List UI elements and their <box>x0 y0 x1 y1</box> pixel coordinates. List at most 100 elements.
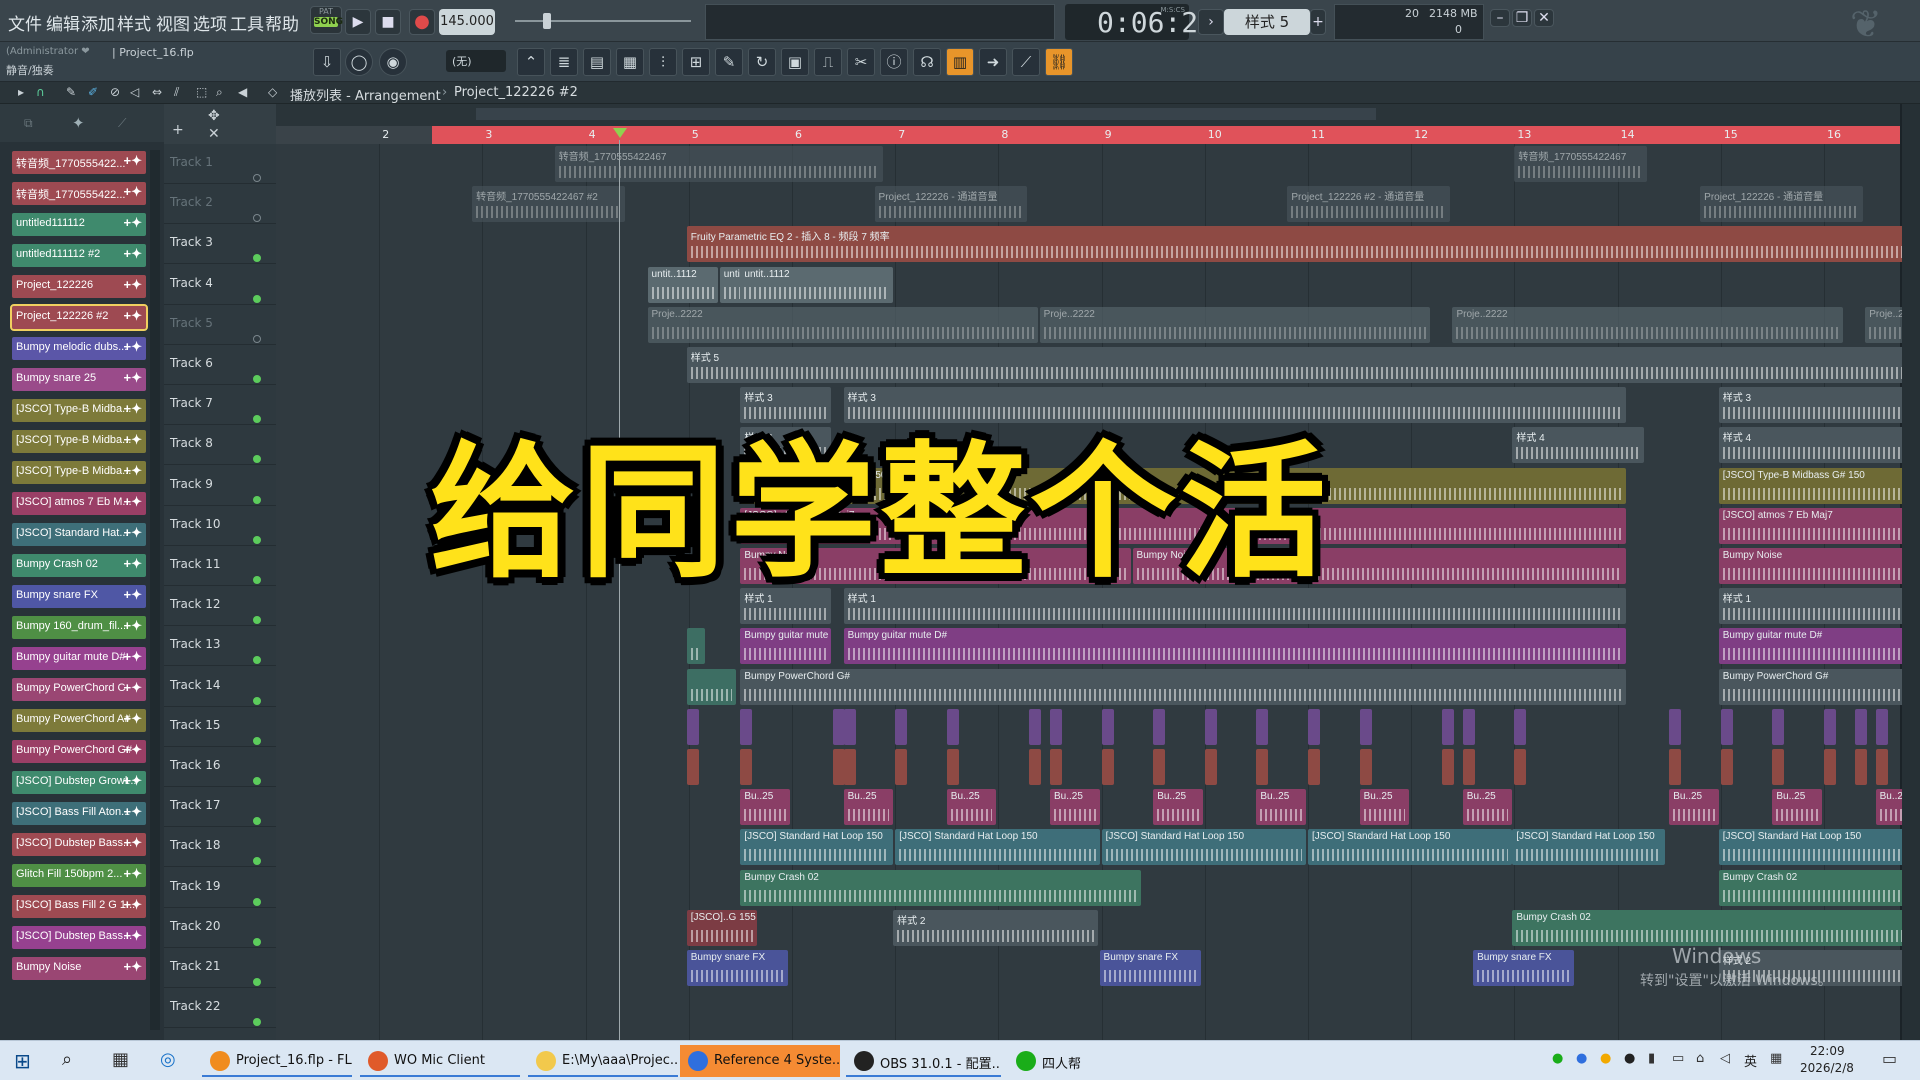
playlist-clip[interactable]: Bu..25 <box>946 789 997 826</box>
track-header[interactable]: Track 22 <box>164 988 276 1029</box>
playlist-clip[interactable] <box>1669 749 1682 785</box>
disk-icon[interactable]: ▣ <box>781 48 809 76</box>
playlist-clip[interactable] <box>686 749 699 785</box>
pattern-add-icon[interactable]: +✦ <box>124 928 142 944</box>
menu-patterns[interactable]: 样式 <box>117 10 151 35</box>
pattern-add-icon[interactable]: +✦ <box>124 866 142 882</box>
track-mute-led[interactable] <box>253 214 261 223</box>
menu-edit[interactable]: 编辑 <box>46 10 80 35</box>
playlist-clip[interactable]: [JSCO] Type-B Midbass G# 150 <box>1718 467 1920 504</box>
pattern-add-icon[interactable]: +✦ <box>124 401 142 417</box>
menu-help[interactable]: 帮助 <box>265 10 299 35</box>
track-header[interactable]: Track 5 <box>164 305 276 345</box>
pattern-add-icon[interactable]: +✦ <box>124 277 142 293</box>
breadcrumb-project[interactable]: Project_122226 #2 <box>454 85 578 100</box>
pattern-item[interactable]: [JSCO] Dubstep Growl... +✦ <box>12 771 146 794</box>
playlist-clip[interactable]: Proje..2222 <box>1452 306 1843 343</box>
playlist-clip[interactable] <box>1854 749 1867 785</box>
pattern-item[interactable]: Project_122226 +✦ <box>12 275 146 298</box>
playlist-clip[interactable] <box>1050 708 1062 745</box>
playlist-clip[interactable] <box>843 749 856 785</box>
track-header[interactable]: Track 15 <box>164 707 276 747</box>
pattern-add-icon[interactable]: +✦ <box>124 804 142 820</box>
pattern-item[interactable]: [JSCO] Dubstep Bass... +✦ <box>12 833 146 856</box>
playlist-clip[interactable] <box>1772 708 1785 745</box>
pattern-add-icon[interactable]: +✦ <box>124 246 142 262</box>
playlist-clip[interactable]: Bumpy snare FX <box>686 950 788 986</box>
delete-icon[interactable]: ✕ <box>208 126 220 142</box>
refresh-icon[interactable]: ↻ <box>748 48 776 76</box>
pattern-item[interactable]: Bumpy guitar mute D# +✦ <box>12 647 146 670</box>
pattern-item[interactable]: Bumpy 160_drum_fil... +✦ <box>12 616 146 639</box>
playlist-clip[interactable] <box>1359 708 1372 745</box>
close-button[interactable]: ✕ <box>1534 9 1554 27</box>
playlist-clip[interactable] <box>1050 749 1062 785</box>
track-mute-led[interactable] <box>253 495 261 504</box>
playlist-clip[interactable]: [JSCO] Standard Hat Loop 150 <box>1512 829 1666 866</box>
playlist-clip[interactable]: Bumpy guitar mute D# <box>1718 628 1920 665</box>
play-button[interactable]: ▶ <box>345 9 371 35</box>
playlist-clip[interactable]: Proje..2222 <box>647 306 1038 343</box>
metronome-icon[interactable]: ◯ <box>345 48 373 76</box>
playlist-clip[interactable] <box>686 708 699 745</box>
clock-time[interactable]: 22:09 <box>1810 1044 1845 1058</box>
taskbar-app[interactable]: Project_16.flp - FL... <box>202 1045 352 1077</box>
network-tray-icon[interactable]: ⌂ <box>1696 1051 1704 1066</box>
restore-button[interactable]: ❐ <box>1512 9 1532 27</box>
track-mute-led[interactable] <box>253 535 261 544</box>
playlist-clip[interactable]: Bumpy snare FX <box>1099 950 1201 986</box>
pattern-add-icon[interactable]: +✦ <box>124 339 142 355</box>
playlist-clip[interactable]: 样式 3 <box>1718 387 1920 424</box>
chrome-tray-icon[interactable]: ● <box>1600 1051 1611 1066</box>
playlist-clip[interactable]: Bu..25 <box>1359 789 1410 826</box>
track-header[interactable]: Track 18 <box>164 827 276 868</box>
playlist-clip[interactable] <box>1875 708 1888 745</box>
track-mute-led[interactable] <box>253 897 261 906</box>
track-mute-led[interactable] <box>253 254 261 263</box>
playlist-clip[interactable] <box>1204 749 1217 785</box>
pattern-item[interactable]: [JSCO] Bass Fill Aton... +✦ <box>12 802 146 825</box>
playlist-clip[interactable]: untit..1112 <box>647 266 718 303</box>
playlist-clip[interactable]: Proje..2222 <box>1039 306 1430 343</box>
track-header[interactable]: Track 19 <box>164 868 276 908</box>
playlist-clip[interactable] <box>895 708 908 745</box>
playlist-clip[interactable]: [JSCO] Standard Hat Loop 150 <box>895 829 1100 866</box>
pattern-add-icon[interactable]: +✦ <box>124 649 142 665</box>
playlist-clip[interactable] <box>1101 749 1114 785</box>
pattern-add-icon[interactable]: +✦ <box>124 153 142 169</box>
track-mute-led[interactable] <box>253 736 261 745</box>
plugin-picker-icon[interactable]: ⊞ <box>682 48 710 76</box>
pattern-item[interactable]: Bumpy PowerChord A# +✦ <box>12 709 146 732</box>
pat-song-toggle[interactable]: PAT SONG <box>310 6 343 34</box>
pattern-item[interactable]: Bumpy PowerChord G# +✦ <box>12 740 146 763</box>
add-pattern-button[interactable]: + <box>1310 9 1326 35</box>
slice-tool-icon[interactable]: ⫽ <box>174 85 179 100</box>
track-header[interactable]: Track 12 <box>164 586 276 627</box>
track-mute-led[interactable] <box>253 415 261 424</box>
usb-icon[interactable]: ⎍ <box>814 48 842 76</box>
master-pitch-slider[interactable] <box>515 20 691 22</box>
playlist-clip[interactable]: 转音频_1770555422467 <box>554 146 883 182</box>
loop-region[interactable] <box>432 126 1900 144</box>
menu-file[interactable]: 文件 <box>8 10 42 35</box>
playlist-clip[interactable]: [JSCO] atmos 7 Eb Maj7 <box>1718 507 1920 544</box>
playlist-clip[interactable]: Project_122226 - 通道音量 <box>1700 186 1864 223</box>
playlist-clip[interactable] <box>1514 708 1527 745</box>
arrow-right-icon[interactable]: ➜ <box>979 48 1007 76</box>
track-header[interactable]: Track 6 <box>164 345 276 385</box>
playlist-clip[interactable] <box>1153 708 1166 745</box>
edge-icon[interactable]: ◎ <box>160 1049 176 1070</box>
magnet-icon[interactable]: ∩ <box>36 85 45 99</box>
mic-tray-icon[interactable]: ▮ <box>1648 1051 1655 1066</box>
playlist-clip[interactable] <box>1772 749 1785 785</box>
playlist-clip[interactable] <box>686 668 737 705</box>
playlist-clip[interactable]: 转音频_1770555422467 <box>1514 146 1647 182</box>
pattern-add-icon[interactable]: +✦ <box>124 370 142 386</box>
playlist-clip[interactable]: [JSCO] Standard Hat Loop 150 <box>1308 829 1513 866</box>
playlist-clip[interactable] <box>1720 708 1733 745</box>
pattern-item[interactable]: Project_122226 #2 +✦ <box>10 304 148 331</box>
search-icon[interactable]: ⌕ <box>62 1049 72 1070</box>
menu-tools[interactable]: 工具 <box>230 10 264 35</box>
ime-indicator[interactable]: 英 <box>1744 1051 1757 1070</box>
chat-icon[interactable]: ☊ <box>913 48 941 76</box>
